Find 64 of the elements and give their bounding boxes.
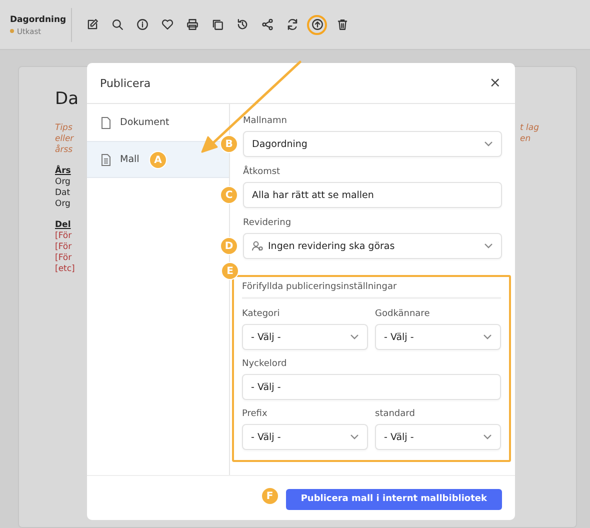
field-label: Revidering xyxy=(243,218,292,228)
document-text: [etc] xyxy=(55,264,76,275)
heart-icon xyxy=(160,18,174,31)
document-text: [För xyxy=(55,242,73,253)
share-icon xyxy=(260,18,274,31)
person-icon xyxy=(252,241,263,251)
annotation-badge: C xyxy=(220,186,238,204)
input-field[interactable]: - Välj - xyxy=(242,374,501,400)
field-label: Mallnamn xyxy=(243,116,288,126)
document-text: Tips xyxy=(55,123,74,134)
document-text: en xyxy=(520,134,532,145)
field-label: Nyckelord xyxy=(242,359,288,369)
select-field[interactable]: - Välj - xyxy=(242,324,368,350)
status-dot-icon xyxy=(10,29,14,33)
annotation-badge: A xyxy=(149,151,167,169)
chevron-down-icon xyxy=(350,334,359,340)
document-text: Org xyxy=(55,177,72,188)
search-icon xyxy=(110,18,124,31)
field-label: Åtkomst xyxy=(243,167,282,177)
field-label: Prefix xyxy=(242,409,268,419)
select-field[interactable]: - Välj - xyxy=(375,324,501,350)
document-text: eller xyxy=(55,134,75,144)
document-title: Dagordning xyxy=(10,14,65,26)
field-label: standard xyxy=(375,409,416,419)
document-icon xyxy=(101,116,111,128)
document-text: Dat xyxy=(55,188,72,199)
chevron-down-icon xyxy=(483,434,492,440)
document-text: t lag xyxy=(520,123,540,134)
document-heading: Da xyxy=(55,89,79,109)
annotation-badge: F xyxy=(260,487,279,506)
document-text: årss xyxy=(55,145,74,156)
select-field[interactable]: Ingen revidering ska göras xyxy=(243,233,502,259)
chevron-down-icon xyxy=(483,334,492,340)
copy-icon xyxy=(210,18,224,31)
field-label: Godkännare xyxy=(375,309,431,319)
field-label: Kategori xyxy=(242,309,281,319)
document-text: Års xyxy=(55,166,72,177)
print-icon xyxy=(186,18,198,31)
edit-icon xyxy=(86,18,98,31)
document-icon xyxy=(101,154,111,166)
select-field[interactable]: - Välj - xyxy=(375,424,501,450)
chevron-down-icon xyxy=(350,434,359,440)
upload-icon xyxy=(310,18,324,31)
document-text: [För xyxy=(55,231,73,242)
document-text: Del xyxy=(55,220,72,231)
sync-icon xyxy=(286,18,298,31)
close-button[interactable]: × xyxy=(487,75,503,91)
annotation-badge: B xyxy=(220,135,238,153)
annotation-badge: E xyxy=(221,262,239,280)
annotation-badge: D xyxy=(220,237,238,255)
chevron-down-icon xyxy=(484,141,493,147)
section-title: Förifyllda publiceringsinställningar xyxy=(242,282,501,299)
dialog-title: Publicera xyxy=(100,76,151,90)
history-icon xyxy=(236,18,248,31)
input-field[interactable]: Alla har rätt att se mallen xyxy=(243,182,502,208)
publish-button[interactable]: Publicera mall i internt mallbibliotek xyxy=(286,488,502,510)
document-text: Org xyxy=(55,199,72,210)
chevron-down-icon xyxy=(484,243,493,249)
select-field[interactable]: Dagordning xyxy=(243,131,502,157)
trash-icon xyxy=(336,18,348,31)
info-icon xyxy=(136,18,148,31)
select-field[interactable]: - Välj - xyxy=(242,424,368,450)
document-text: [För xyxy=(55,253,73,264)
upload-button[interactable] xyxy=(307,14,327,34)
